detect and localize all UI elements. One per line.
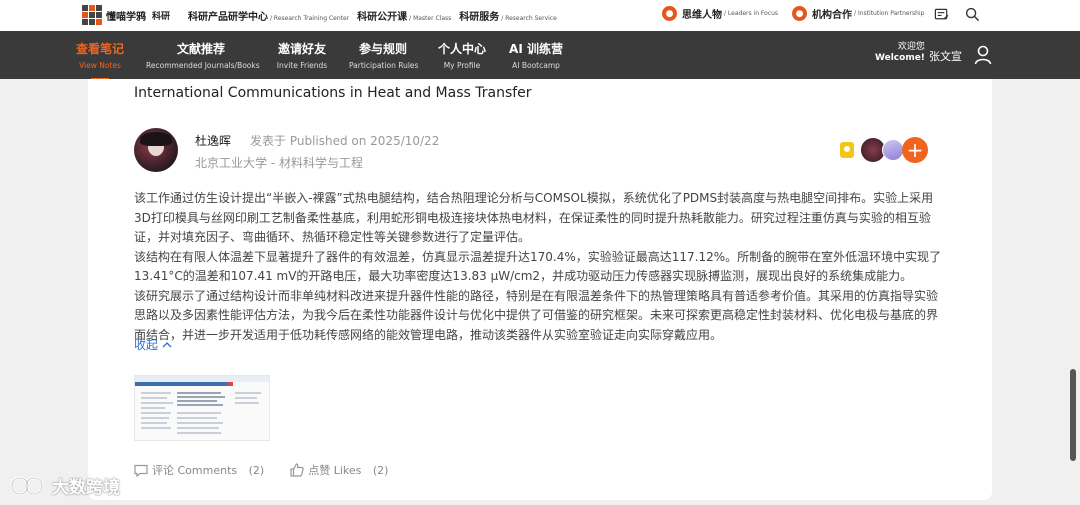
add-button[interactable]: + xyxy=(902,137,928,163)
nav-ai-bootcamp[interactable]: AI 训练营 AI Bootcamp xyxy=(508,40,564,70)
note-paragraph: 该工作通过仿生设计提出“半嵌入-裸露”式热电腿结构，结合热阻理论分析与COMSO… xyxy=(134,191,934,244)
top-link-leaders[interactable]: ● 思维人物 / Leaders in Focus xyxy=(662,6,778,21)
nav-participation-rules[interactable]: 参与规则 Participation Rules xyxy=(349,40,418,70)
leaders-icon: ● xyxy=(662,6,677,21)
note-card: International Communications in Heat and… xyxy=(88,79,992,500)
note-paragraph: 该结构在有限人体温差下显著提升了器件的有效温差，仿真显示温差提升达170.4%，… xyxy=(134,249,942,284)
author-affiliation: 北京工业大学 - 材料科学与工程 xyxy=(195,156,363,170)
likes-button[interactable]: 点赞 Likes (2) xyxy=(290,462,388,478)
watermark-logo-icon xyxy=(10,476,44,495)
top-link-research-training[interactable]: 科研产品研学中心 / Research Training Center xyxy=(188,8,349,23)
top-header: 懂喵学鸦 科研 科研产品研学中心 / Research Training Cent… xyxy=(0,0,1080,31)
top-right-links: ● 思维人物 / Leaders in Focus ● 机构合作 / Institu… xyxy=(662,6,938,21)
nav-recommended[interactable]: 文献推荐 Recommended Journals/Books xyxy=(146,40,260,70)
note-body: 该工作通过仿生设计提出“半嵌入-裸露”式热电腿结构，结合热阻理论分析与COMSO… xyxy=(134,189,944,345)
site-logo[interactable]: 懂喵学鸦 科研 xyxy=(82,5,170,25)
main-nav: 查看笔记 View Notes 文献推荐 Recommended Journals/… xyxy=(0,31,1080,80)
nav-my-profile[interactable]: 个人中心 My Profile xyxy=(436,40,488,70)
post-date: 发表于 Published on 2025/10/22 xyxy=(250,134,440,148)
author-name[interactable]: 杜逸晖 xyxy=(195,132,231,149)
nav-view-notes[interactable]: 查看笔记 View Notes xyxy=(74,40,126,80)
user-icon[interactable] xyxy=(974,45,992,65)
collapse-button[interactable]: 收起 xyxy=(134,336,172,353)
scrollbar[interactable] xyxy=(1070,369,1076,461)
institution-icon: ● xyxy=(792,6,808,21)
username[interactable]: 张文宣 xyxy=(929,48,962,64)
post-actions: 评论 Comments (2) 点赞 Likes (2) xyxy=(134,462,414,478)
top-links: 科研产品研学中心 / Research Training Center 科研公开课… xyxy=(188,8,557,23)
top-link-research-service[interactable]: 科研服务 / Research Service xyxy=(459,8,557,23)
notes-icon[interactable] xyxy=(934,7,949,22)
nav-invite-friends[interactable]: 邀请好友 Invite Friends xyxy=(276,40,328,70)
top-link-master-class[interactable]: 科研公开课 / Master Class xyxy=(357,8,451,23)
author-avatar[interactable] xyxy=(134,128,178,172)
search-icon[interactable] xyxy=(965,7,980,22)
logo-icon xyxy=(82,5,102,25)
thumbs-up-icon xyxy=(290,463,304,477)
supporter-badges: + xyxy=(840,137,928,163)
logo-text: 懂喵学鸦 xyxy=(106,11,146,23)
chevron-up-icon xyxy=(162,341,172,347)
logo-sub: 科研 xyxy=(152,11,171,22)
medal-icon xyxy=(840,142,854,158)
welcome-text: 欢迎您 Welcome! xyxy=(875,42,925,63)
note-paragraph: 该研究展示了通过结构设计而非单纯材料改进来提升器件性能的路径，特别是在有限温差条… xyxy=(134,288,939,342)
comment-icon xyxy=(134,464,148,477)
watermark: 大数跨境 xyxy=(10,473,120,498)
comments-button[interactable]: 评论 Comments (2) xyxy=(134,462,264,478)
journal-title[interactable]: International Communications in Heat and… xyxy=(134,85,532,101)
top-link-institution[interactable]: ● 机构合作 / Institution Partnership xyxy=(792,6,924,21)
supporter-avatar[interactable] xyxy=(882,139,904,161)
paper-thumbnail[interactable] xyxy=(134,375,270,441)
